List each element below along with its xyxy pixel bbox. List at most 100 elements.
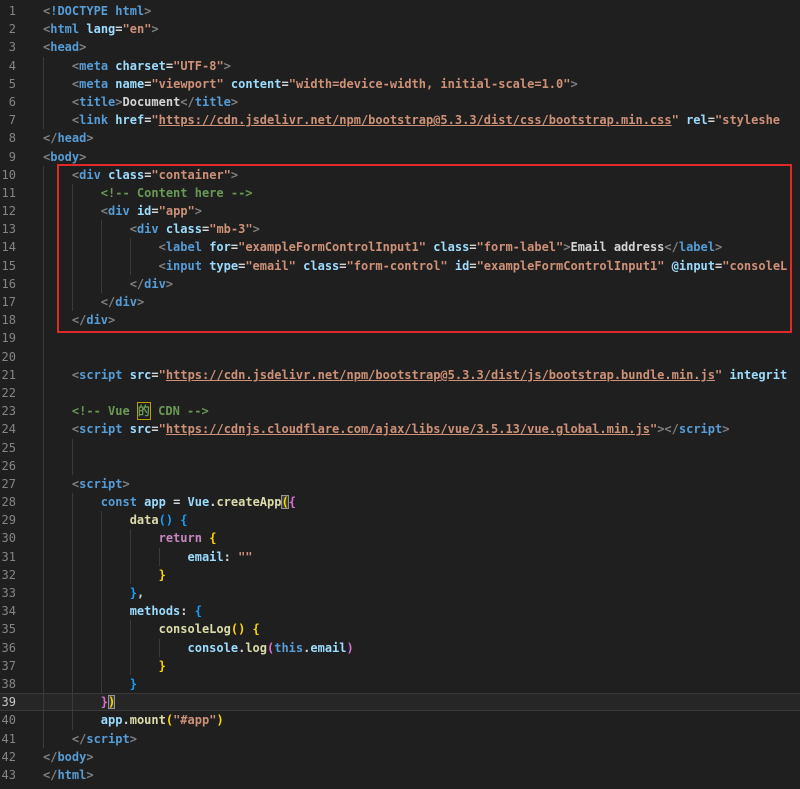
line-number[interactable]: 7 (0, 111, 16, 129)
code-line[interactable]: 17 </div> (0, 293, 800, 311)
line-number[interactable]: 3 (0, 38, 16, 56)
code-line[interactable]: 15 <input type="email" class="form-contr… (0, 257, 800, 275)
line-number[interactable]: 22 (0, 384, 16, 402)
line-number[interactable]: 6 (0, 93, 16, 111)
code-line[interactable]: 28 const app = Vue.createApp({ (0, 493, 800, 511)
line-number[interactable]: 32 (0, 566, 16, 584)
line-number[interactable]: 21 (0, 366, 16, 384)
line-number[interactable]: 2 (0, 20, 16, 38)
code-line[interactable]: 43</html> (0, 766, 800, 784)
line-number[interactable]: 9 (0, 148, 16, 166)
line-number[interactable]: 25 (0, 439, 16, 457)
code-line[interactable]: 6 <title>Document</title> (0, 93, 800, 111)
line-number[interactable]: 8 (0, 129, 16, 147)
code-line[interactable]: 39 }) (0, 693, 800, 711)
code-line[interactable]: 7 <link href="https://cdn.jsdelivr.net/n… (0, 111, 800, 129)
code-line[interactable]: 19 (0, 329, 800, 347)
code-token (123, 422, 130, 436)
code-line[interactable]: 11 <!-- Content here --> (0, 184, 800, 202)
line-number[interactable]: 26 (0, 457, 16, 475)
code-token (130, 204, 137, 218)
code-line-content: <!-- Vue 的 CDN --> (43, 402, 800, 420)
code-token: html (50, 22, 79, 36)
line-number[interactable]: 38 (0, 675, 16, 693)
code-line[interactable]: 1<!DOCTYPE html> (0, 2, 800, 20)
code-line[interactable]: 29 data() { (0, 511, 800, 529)
line-number[interactable]: 29 (0, 511, 16, 529)
line-number[interactable]: 19 (0, 329, 16, 347)
line-number[interactable]: 36 (0, 639, 16, 657)
line-number[interactable]: 33 (0, 584, 16, 602)
code-line[interactable]: 37 } (0, 657, 800, 675)
line-number[interactable]: 35 (0, 620, 16, 638)
line-number[interactable]: 42 (0, 748, 16, 766)
code-line[interactable]: 41 </script> (0, 730, 800, 748)
line-number[interactable]: 34 (0, 602, 16, 620)
indent-guide (159, 639, 160, 657)
code-line[interactable]: 25 (0, 439, 800, 457)
line-number[interactable]: 1 (0, 2, 16, 20)
line-number[interactable]: 14 (0, 238, 16, 256)
line-number[interactable]: 16 (0, 275, 16, 293)
line-number[interactable]: 15 (0, 257, 16, 275)
line-number[interactable]: 13 (0, 220, 16, 238)
line-number[interactable]: 27 (0, 475, 16, 493)
code-line[interactable]: 26 (0, 457, 800, 475)
line-number[interactable]: 41 (0, 730, 16, 748)
line-number[interactable]: 11 (0, 184, 16, 202)
code-token: "" (238, 550, 252, 564)
code-line[interactable]: 10 <div class="container"> (0, 166, 800, 184)
code-line[interactable]: 36 console.log(this.email) (0, 639, 800, 657)
line-number[interactable]: 28 (0, 493, 16, 511)
code-line[interactable]: 33 }, (0, 584, 800, 602)
code-line[interactable]: 14 <label for="exampleFormControlInput1"… (0, 238, 800, 256)
code-line[interactable]: 32 } (0, 566, 800, 584)
line-number[interactable]: 5 (0, 75, 16, 93)
code-line[interactable]: 31 email: "" (0, 548, 800, 566)
code-token: methods (130, 604, 181, 618)
code-token: > (570, 77, 577, 91)
line-number[interactable]: 20 (0, 348, 16, 366)
code-line[interactable]: 42</body> (0, 748, 800, 766)
line-number[interactable]: 39 (0, 693, 16, 711)
line-number[interactable]: 31 (0, 548, 16, 566)
code-line[interactable]: 8</head> (0, 129, 800, 147)
line-number[interactable]: 30 (0, 529, 16, 547)
code-line[interactable]: 22 (0, 384, 800, 402)
code-line[interactable]: 9<body> (0, 148, 800, 166)
code-line-content: </div> (43, 311, 800, 329)
code-line[interactable]: 38 } (0, 675, 800, 693)
code-line[interactable]: 40 app.mount("#app") (0, 711, 800, 729)
line-number[interactable]: 12 (0, 202, 16, 220)
code-line[interactable]: 34 methods: { (0, 602, 800, 620)
code-line[interactable]: 16 </div> (0, 275, 800, 293)
code-line[interactable]: 5 <meta name="viewport" content="width=d… (0, 75, 800, 93)
indent-guide (43, 348, 44, 366)
line-number[interactable]: 24 (0, 420, 16, 438)
line-number[interactable]: 23 (0, 402, 16, 420)
code-line[interactable]: 21 <script src="https://cdn.jsdelivr.net… (0, 366, 800, 384)
line-number[interactable]: 43 (0, 766, 16, 784)
line-number[interactable]: 37 (0, 657, 16, 675)
code-token: > (130, 732, 137, 746)
line-number[interactable]: 40 (0, 711, 16, 729)
line-number[interactable]: 10 (0, 166, 16, 184)
code-line[interactable]: 24 <script src="https://cdnjs.cloudflare… (0, 420, 800, 438)
code-line[interactable]: 3<head> (0, 38, 800, 56)
code-token: ) (347, 641, 354, 655)
code-line[interactable]: 30 return { (0, 529, 800, 547)
line-number[interactable]: 4 (0, 57, 16, 75)
code-line[interactable]: 23 <!-- Vue 的 CDN --> (0, 402, 800, 420)
code-line[interactable]: 4 <meta charset="UTF-8"> (0, 57, 800, 75)
code-line[interactable]: 18 </div> (0, 311, 800, 329)
code-token: "en" (123, 22, 152, 36)
code-line[interactable]: 35 consoleLog() { (0, 620, 800, 638)
code-line[interactable]: 27 <script> (0, 475, 800, 493)
code-line[interactable]: 13 <div class="mb-3"> (0, 220, 800, 238)
code-line[interactable]: 2<html lang="en"> (0, 20, 800, 38)
line-number[interactable]: 17 (0, 293, 16, 311)
code-token: src (130, 368, 152, 382)
code-line[interactable]: 12 <div id="app"> (0, 202, 800, 220)
line-number[interactable]: 18 (0, 311, 16, 329)
code-line[interactable]: 20 (0, 348, 800, 366)
